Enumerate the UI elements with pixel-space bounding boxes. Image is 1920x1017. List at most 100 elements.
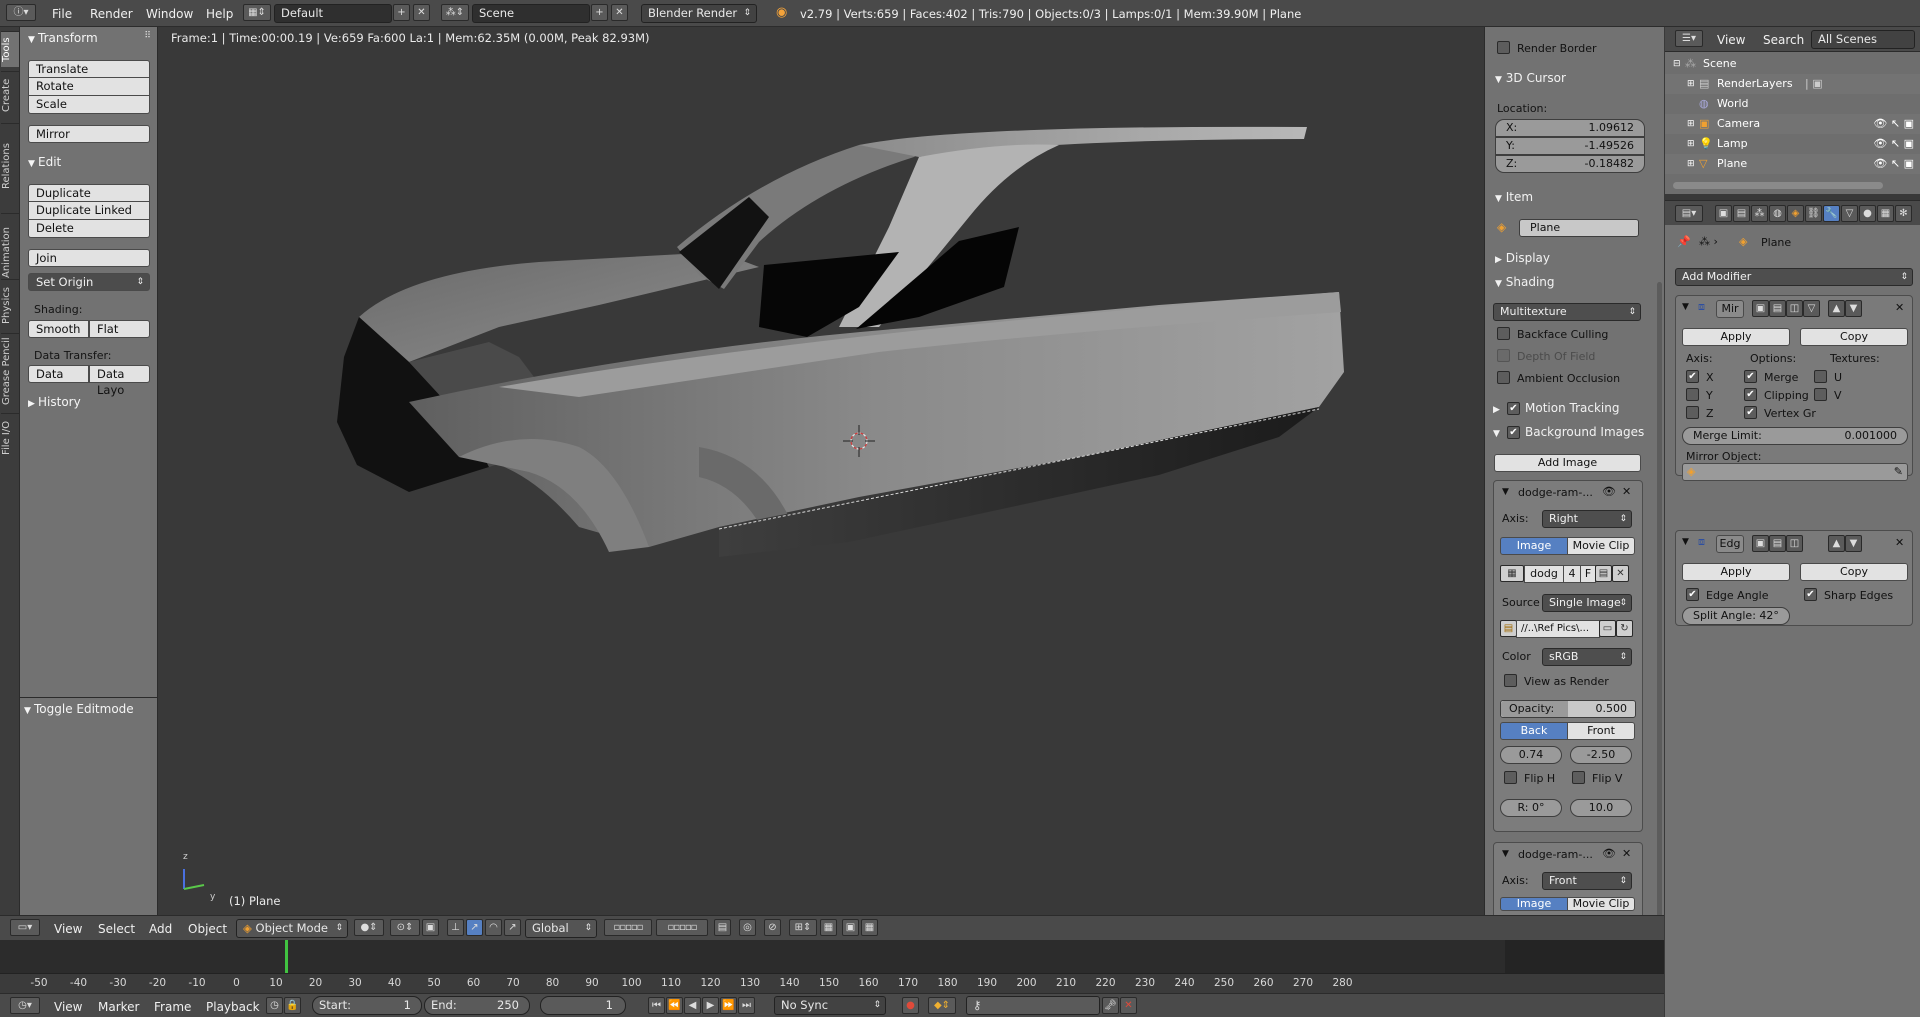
mod1-copy-button[interactable]: Copy [1800, 328, 1908, 346]
mod1-render-icon[interactable]: ▣ [1752, 300, 1769, 317]
material-tab-icon[interactable]: ● [1859, 205, 1876, 222]
bg1-image-tab[interactable]: Image [1500, 537, 1568, 555]
object-tab-icon[interactable]: ◈ [1787, 205, 1804, 222]
item-panel-header[interactable]: ▼ Item [1495, 190, 1533, 204]
pivot-point-icon[interactable]: ⊙⇕ [390, 919, 420, 936]
properties-editor-icon[interactable]: ▤▾ [1675, 205, 1703, 222]
render-anim-icon[interactable]: ▦ [861, 919, 878, 936]
vp-menu-object[interactable]: Object [188, 922, 227, 936]
bg1-image-browse-icon[interactable]: ▦ [1500, 565, 1524, 582]
bg1-flip-h-checkbox[interactable] [1504, 771, 1517, 784]
bg1-offset-x-field[interactable]: 0.74 [1500, 746, 1562, 764]
render-engine-select[interactable]: Blender Render ⇕ [641, 4, 757, 23]
expand-icon[interactable]: ⊞ [1687, 134, 1695, 154]
mod2-render-icon[interactable]: ▣ [1752, 535, 1769, 552]
world-tab-icon[interactable]: ◍ [1769, 205, 1786, 222]
outliner-menu-search[interactable]: Search [1763, 33, 1804, 47]
bg1-unlink-icon[interactable]: ✕ [1612, 565, 1629, 582]
remove-layout-icon[interactable]: ✕ [413, 4, 430, 21]
play-reverse-icon[interactable]: ◀ [684, 997, 701, 1014]
background-images-header[interactable]: ▼ [1493, 425, 1500, 439]
bg1-path-field[interactable]: //..\Ref Pics\... [1516, 620, 1600, 638]
transform-orientation-select[interactable]: Global ⇕ [525, 919, 597, 938]
tab-tools[interactable]: Tools [1, 31, 19, 67]
add-image-button[interactable]: Add Image [1494, 454, 1641, 472]
shading-mode-select[interactable]: Multitexture [1493, 303, 1641, 321]
mod1-move-up-icon[interactable]: ▲ [1828, 300, 1845, 317]
bg1-rotation-field[interactable]: R: 0° [1500, 799, 1562, 817]
keying-set-icon[interactable]: ◆⇕ [928, 997, 956, 1014]
layers-group-1-icon[interactable]: ▫▫▫▫▫ [604, 919, 652, 936]
mod1-clipping-checkbox[interactable] [1744, 388, 1757, 401]
mirror-button[interactable]: Mirror [28, 125, 150, 143]
timeline-ruler[interactable]: -50 -40 -30 -20 -10 0 10 20 30 40 50 60 70 80 90 100 110… [0, 973, 1664, 993]
bg1-view-as-render-checkbox[interactable] [1504, 674, 1517, 687]
bg1-collapse-icon[interactable]: ▼ [1502, 487, 1509, 497]
history-panel-header[interactable]: ▶ History [28, 395, 81, 409]
menu-window[interactable]: Window [146, 7, 193, 21]
next-keyframe-icon[interactable]: ⏩ [720, 997, 737, 1014]
viewport-shading-icon[interactable]: ●⇕ [354, 919, 384, 936]
outliner-row-plane[interactable]: ⊞ ▽ Plane 👁 ↖ ▣ [1665, 154, 1920, 174]
3d-viewport[interactable] [159, 27, 1484, 915]
backface-culling-checkbox[interactable] [1497, 327, 1510, 340]
bg1-axis-select[interactable]: Right [1542, 510, 1632, 528]
snap-element-icon[interactable]: ⊞⇕ [789, 919, 817, 936]
transform-panel-header[interactable]: ▼ Transform [28, 31, 98, 45]
lock-range-icon[interactable]: 🔒 [284, 997, 301, 1014]
data-tab-icon[interactable]: ▽ [1841, 205, 1858, 222]
layers-group-2-icon[interactable]: ▫▫▫▫▫ [656, 919, 708, 936]
scale-button[interactable]: Scale [28, 96, 150, 114]
render-layers-tab-icon[interactable]: ▤ [1733, 205, 1750, 222]
mod2-apply-button[interactable]: Apply [1682, 563, 1790, 581]
mod1-realtime-icon[interactable]: ▤ [1769, 300, 1786, 317]
duplicate-linked-button[interactable]: Duplicate Linked [28, 202, 150, 220]
jump-start-icon[interactable]: ⏮ [648, 997, 665, 1014]
expand-icon[interactable]: ⊞ [1687, 114, 1695, 134]
mod1-axis-z-checkbox[interactable] [1686, 406, 1699, 419]
cursor-panel-header[interactable]: ▼ 3D Cursor [1495, 71, 1566, 85]
sync-mode-select[interactable]: No Sync ⇕ [774, 996, 886, 1015]
menu-render[interactable]: Render [90, 7, 133, 21]
vp-menu-add[interactable]: Add [149, 922, 172, 936]
translate-button[interactable]: Translate [28, 60, 150, 78]
ambient-occlusion-checkbox[interactable] [1497, 371, 1510, 384]
expand-icon[interactable]: ⊟ [1673, 54, 1681, 74]
preview-range-icon[interactable]: ◷ [266, 997, 283, 1014]
manipulator-move-icon[interactable]: ↗ [466, 919, 483, 936]
tab-physics[interactable]: Physics [1, 279, 19, 331]
mod2-collapse-icon[interactable]: ▼ [1682, 537, 1689, 547]
mod1-remove-icon[interactable]: ✕ [1895, 301, 1904, 314]
expand-icon[interactable]: ⊞ [1687, 154, 1695, 174]
tab-file-io[interactable]: File I/O [1, 413, 19, 461]
mod1-vertex-groups-checkbox[interactable] [1744, 406, 1757, 419]
snap-icon[interactable]: ⊘ [764, 919, 781, 936]
outliner-h-scrollbar[interactable] [1673, 182, 1883, 189]
delete-keyframe-icon[interactable]: ✕ [1120, 997, 1137, 1014]
cursor-x-field[interactable]: X: 1.09612 [1495, 119, 1645, 137]
bg1-users-count[interactable]: 4 [1563, 565, 1581, 583]
record-icon[interactable]: ● [902, 997, 919, 1014]
texture-tab-icon[interactable]: ▦ [1877, 205, 1894, 222]
data-transfer-button[interactable]: Data [28, 365, 89, 383]
bg2-axis-select[interactable]: Front [1542, 872, 1632, 890]
tl-menu-frame[interactable]: Frame [154, 1000, 191, 1014]
mod1-editmode-icon[interactable]: ◫ [1786, 300, 1803, 317]
bg2-image-tab[interactable]: Image [1500, 897, 1568, 911]
timeline-editor-icon[interactable]: ◷▾ [10, 997, 40, 1014]
mod2-realtime-icon[interactable]: ▤ [1769, 535, 1786, 552]
constraints-tab-icon[interactable]: ⛓ [1805, 205, 1822, 222]
outliner-row-scene[interactable]: ⊟ ⁂ Scene [1665, 54, 1920, 74]
manipulator-rotate-icon[interactable]: ◠ [485, 919, 502, 936]
bg1-source-select[interactable]: Single Image [1542, 594, 1632, 612]
mod2-name-field[interactable]: Edg [1716, 535, 1744, 553]
add-modifier-select[interactable]: Add Modifier [1675, 268, 1913, 286]
mod2-move-down-icon[interactable]: ▼ [1845, 535, 1862, 552]
menu-file[interactable]: File [52, 7, 72, 21]
bg1-front-button[interactable]: Front [1567, 722, 1635, 740]
play-icon[interactable]: ▶ [702, 997, 719, 1014]
tab-grease-pencil[interactable]: Grease Pencil [1, 333, 19, 409]
bg1-size-field[interactable]: 10.0 [1570, 799, 1632, 817]
manipulator-translate-icon[interactable]: ⊥ [447, 919, 464, 936]
flat-button[interactable]: Flat [89, 320, 150, 338]
